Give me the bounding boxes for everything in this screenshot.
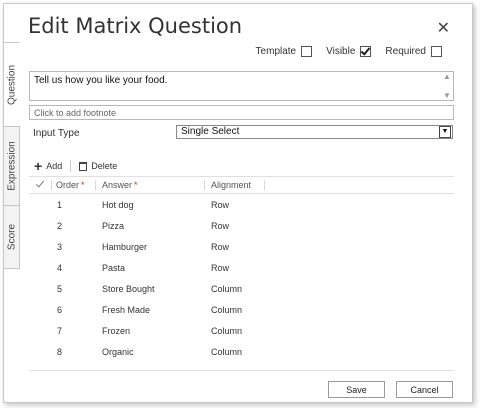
template-option: Template [256,46,313,57]
input-type-label: Input Type [33,128,80,139]
header-divider [264,180,265,190]
header-answer[interactable]: Answer * [102,180,138,190]
select-all-check-icon[interactable] [35,178,45,188]
tab-score[interactable]: Score [4,205,20,269]
delete-label: Delete [91,161,118,171]
required-asterisk: * [134,180,138,190]
tab-expression[interactable]: Expression [4,126,20,206]
header-divider [51,180,52,190]
row-answer: Hot dog [102,200,134,210]
scroll-up-icon[interactable]: ▲ [443,72,451,81]
cancel-button[interactable]: Cancel [396,381,453,398]
chevron-down-icon[interactable]: ▼ [439,126,451,138]
row-order: 7 [57,326,63,336]
save-button[interactable]: Save [328,381,385,398]
input-type-select[interactable]: Single Select ▼ [176,125,453,139]
row-order: 6 [57,305,63,315]
table-row[interactable]: 3 Hamburger Row [29,236,454,257]
row-answer: Pizza [102,221,125,231]
row-alignment: Column [211,284,243,294]
row-alignment: Row [211,200,230,210]
toolbar-divider [70,160,72,172]
trash-icon [79,161,88,171]
footnote-field[interactable]: Click to add footnote [29,105,454,120]
row-alignment: Column [211,347,243,357]
question-text-field[interactable]: Tell us how you like your food. ▲ ▼ [29,71,454,101]
required-label: Required [385,46,426,57]
add-button[interactable]: + Add [34,158,63,174]
tab-score-label: Score [6,223,17,251]
tab-expression-label: Expression [6,141,17,191]
row-order: 4 [57,263,63,273]
row-answer: Store Bought [102,284,155,294]
footer-divider [29,370,454,371]
row-alignment: Row [211,263,230,273]
header-alignment[interactable]: Alignment [211,180,251,190]
header-divider [95,180,96,190]
visible-checkbox[interactable] [360,46,372,57]
visible-label: Visible [326,46,356,57]
header-order[interactable]: Order * [56,180,85,190]
table-row[interactable]: 5 Store Bought Column [29,278,454,299]
row-alignment: Column [211,305,243,315]
required-asterisk: * [81,180,85,190]
tab-question[interactable]: Question [4,42,20,127]
row-order: 8 [57,347,63,357]
table-row[interactable]: 8 Organic Column [29,341,454,362]
row-answer: Hamburger [102,242,148,252]
tab-question-label: Question [6,64,17,105]
row-answer: Pasta [102,263,126,273]
row-answer: Frozen [102,326,131,336]
row-order: 3 [57,242,63,252]
header-order-label: Order [56,180,80,190]
question-scrollbar[interactable]: ▲ ▼ [441,72,453,100]
table-row[interactable]: 6 Fresh Made Column [29,299,454,320]
close-icon[interactable]: ✕ [437,18,450,38]
header-answer-label: Answer [102,180,133,190]
edit-matrix-question-dialog: Edit Matrix Question ✕ Question Expressi… [3,3,473,403]
table-row[interactable]: 2 Pizza Row [29,215,454,236]
question-options: Template Visible Required [256,46,442,57]
table-row[interactable]: 1 Hot dog Row [29,194,454,215]
row-alignment: Row [211,242,230,252]
required-option: Required [385,46,442,57]
plus-icon: + [34,158,43,174]
table-row[interactable]: 7 Frozen Column [29,320,454,341]
row-order: 1 [57,200,63,210]
template-checkbox[interactable] [301,46,313,57]
dialog-title: Edit Matrix Question [28,14,243,38]
input-type-value: Single Select [181,126,240,137]
table-row[interactable]: 4 Pasta Row [29,257,454,278]
answers-toolbar: + Add Delete [34,158,117,174]
row-order: 2 [57,221,63,231]
header-divider [204,180,205,190]
required-checkbox[interactable] [431,46,442,57]
question-text: Tell us how you like your food. [34,75,168,86]
add-label: Add [46,161,63,171]
row-answer: Organic [102,347,134,357]
row-alignment: Row [211,221,230,231]
delete-button[interactable]: Delete [79,161,117,171]
grid-header: Order * Answer * Alignment [29,176,454,194]
row-alignment: Column [211,326,243,336]
scroll-down-icon[interactable]: ▼ [443,91,451,100]
visible-option: Visible [326,46,372,57]
template-label: Template [255,46,297,57]
row-order: 5 [57,284,63,294]
answers-grid: 1 Hot dog Row 2 Pizza Row 3 Hamburger Ro… [29,194,454,362]
row-answer: Fresh Made [102,305,151,315]
